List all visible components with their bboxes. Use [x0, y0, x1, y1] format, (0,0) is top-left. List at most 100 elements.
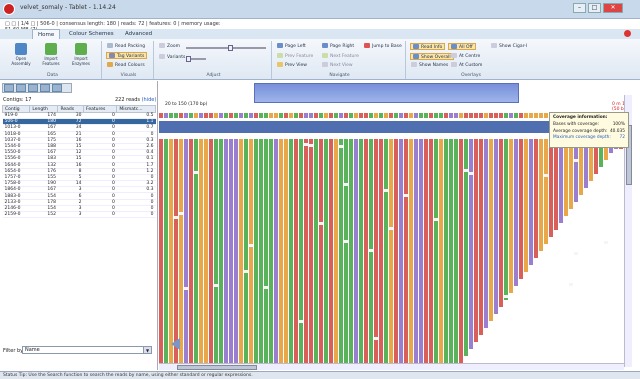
- read-column: [389, 139, 393, 363]
- page-left-button[interactable]: Page Left: [277, 43, 306, 50]
- column-header[interactable]: Mismatc...: [116, 105, 156, 113]
- show-cigar-button[interactable]: Show Cigar-I: [491, 43, 527, 50]
- table-cell: 3: [57, 211, 84, 219]
- read-column: [559, 139, 563, 223]
- tag-variants-button[interactable]: Tag Variants: [106, 52, 148, 59]
- read-column: [439, 139, 443, 363]
- filter-select[interactable]: Name ▼: [22, 346, 152, 354]
- scroll-left-arrow-icon[interactable]: [171, 338, 180, 350]
- read-column: [504, 139, 508, 300]
- read-column: [184, 139, 188, 363]
- group-overlays: Read Info All Off Show Cigar-I Show Over…: [408, 41, 534, 79]
- search-icon[interactable]: [40, 84, 50, 92]
- read-column: [424, 139, 428, 363]
- read-column: [294, 139, 298, 363]
- read-column: [494, 139, 498, 314]
- consensus-base: [219, 113, 223, 118]
- zoom-icon: [159, 43, 165, 48]
- consensus-base: [389, 113, 393, 118]
- consensus-base: [329, 113, 333, 118]
- read-column: [474, 139, 478, 342]
- all-off-icon: [451, 44, 457, 49]
- read-column: [209, 139, 213, 363]
- app-logo-icon[interactable]: [3, 3, 15, 15]
- all-off-button[interactable]: All Off: [448, 43, 476, 50]
- consensus-base: [529, 113, 533, 118]
- scrollbar-thumb[interactable]: [177, 365, 257, 370]
- centre-icon: [451, 53, 457, 58]
- variants-slider-knob[interactable]: [186, 56, 191, 62]
- reads-canvas[interactable]: [159, 113, 624, 363]
- consensus-base: [384, 113, 388, 118]
- read-info-button[interactable]: Read Info: [410, 43, 446, 50]
- features-tab-icon[interactable]: [28, 84, 38, 92]
- coverage-overview[interactable]: [254, 83, 519, 103]
- consensus-base: [444, 113, 448, 118]
- tab-colour-schemes[interactable]: Colour Schemes: [64, 29, 119, 39]
- read-column: [434, 139, 438, 363]
- read-column: [479, 139, 483, 335]
- maximize-button[interactable]: □: [588, 3, 601, 13]
- lock-icon[interactable]: [52, 84, 62, 92]
- table-row[interactable]: 2159-0 152 3 0 0: [2, 211, 156, 219]
- prev-view-button[interactable]: Prev View: [277, 62, 307, 69]
- read-column: [319, 139, 323, 363]
- column-header[interactable]: Contig: [1, 105, 31, 113]
- consensus-base: [284, 113, 288, 118]
- mismatch-base: [574, 159, 578, 162]
- page-right-button[interactable]: Page Right: [322, 43, 354, 50]
- read-column: [359, 139, 363, 363]
- read-column: [444, 139, 448, 363]
- next-view-button[interactable]: Next View: [322, 62, 353, 69]
- import-enzymes-button[interactable]: Import Enzymes: [70, 43, 92, 66]
- column-header[interactable]: Reads: [57, 105, 85, 113]
- zoom-slider-knob[interactable]: [228, 45, 233, 51]
- tab-advanced[interactable]: Advanced: [120, 29, 157, 39]
- reads-tab-icon[interactable]: [16, 84, 26, 92]
- variants-icon: [109, 53, 115, 58]
- show-names-button[interactable]: Show Names: [411, 62, 448, 69]
- read-colours-button[interactable]: Read Colours: [107, 62, 145, 69]
- read-column: [234, 139, 238, 363]
- consensus-base: [494, 113, 498, 118]
- names-icon: [411, 62, 417, 67]
- read-column: [284, 139, 288, 363]
- at-centre-button[interactable]: At Centre: [451, 53, 480, 60]
- at-custom-button[interactable]: At Custom: [451, 62, 482, 69]
- read-column: [394, 139, 398, 363]
- mismatch-base: [344, 240, 348, 243]
- tab-home[interactable]: Home: [32, 29, 61, 39]
- mismatch-base: [389, 227, 393, 230]
- info-icon: [413, 44, 419, 49]
- read-column: [314, 139, 318, 363]
- consensus-base: [349, 113, 353, 118]
- prev-feature-button[interactable]: Prev Feature: [277, 53, 313, 60]
- show-overall-button[interactable]: Show Overall: [410, 53, 454, 60]
- consensus-base: [169, 113, 173, 118]
- column-header[interactable]: Features: [83, 105, 118, 113]
- next-feature-button[interactable]: Next Feature: [322, 53, 359, 60]
- read-column: [199, 139, 203, 363]
- read-packing-button[interactable]: Read Packing: [107, 43, 145, 50]
- consensus-base: [514, 113, 518, 118]
- open-assembly-button[interactable]: Open Assembly: [10, 43, 32, 66]
- hide-link[interactable]: (hide): [142, 97, 157, 103]
- close-button[interactable]: ✕: [603, 3, 623, 13]
- help-icon[interactable]: [624, 30, 631, 37]
- consensus-base: [439, 113, 443, 118]
- read-column: [539, 139, 543, 251]
- jump-to-base-button[interactable]: Jump to Base: [364, 43, 402, 50]
- horizontal-scrollbar[interactable]: [159, 363, 624, 370]
- consensus-base: [414, 113, 418, 118]
- consensus-base: [209, 113, 213, 118]
- consensus-base: [319, 113, 323, 118]
- import-features-button[interactable]: Import Features: [40, 43, 62, 66]
- cigar-icon: [491, 43, 497, 48]
- minimize-button[interactable]: –: [573, 3, 586, 13]
- read-column: [489, 139, 493, 321]
- read-column: [204, 139, 208, 363]
- read-column: [544, 139, 548, 244]
- column-header[interactable]: Length: [29, 105, 59, 113]
- contigs-tab-icon[interactable]: [4, 84, 14, 92]
- quick-access-toolbar[interactable]: □ □ | 1/4 □ | 506-0 | consensus length: …: [5, 21, 235, 33]
